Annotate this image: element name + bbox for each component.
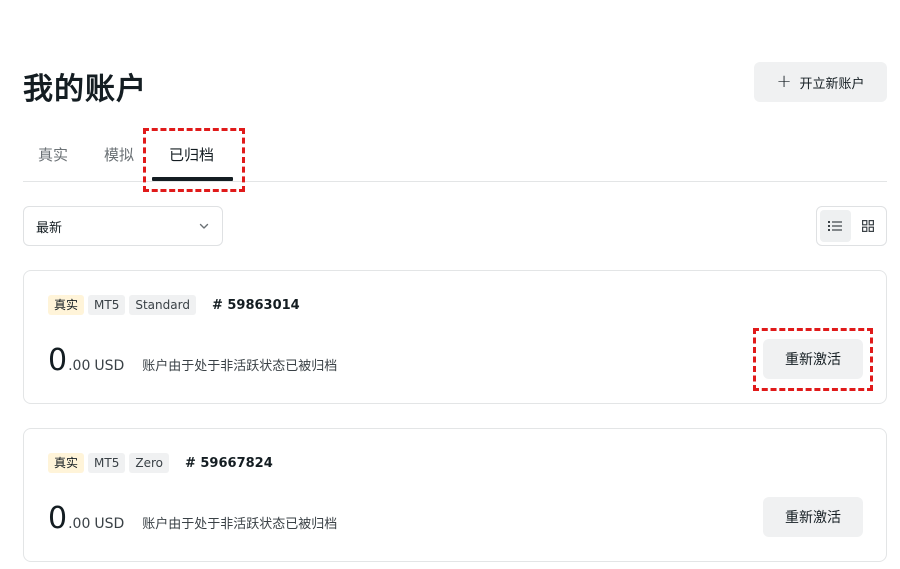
- balance-integer: 0: [48, 343, 68, 378]
- account-card: 真实 MT5 Zero # 59667824 0 .00 USD 账户由于处于非…: [23, 428, 887, 562]
- tab-demo[interactable]: 模拟: [104, 144, 134, 165]
- list-view-button[interactable]: [820, 210, 851, 242]
- active-tab-indicator: [152, 177, 233, 181]
- archive-note: 账户由于处于非活跃状态已被归档: [142, 517, 338, 532]
- open-new-account-label: 开立新账户: [799, 76, 865, 92]
- account-variant-badge: Zero: [129, 453, 169, 473]
- grid-view-button[interactable]: [853, 210, 884, 242]
- balance-currency: USD: [94, 516, 125, 532]
- page-title: 我的账户: [23, 72, 147, 107]
- account-type-badge: 真实: [48, 295, 85, 315]
- account-badges: 真实 MT5 Zero # 59667824: [48, 453, 273, 473]
- reactivate-button[interactable]: 重新激活: [763, 339, 863, 379]
- archive-note: 账户由于处于非活跃状态已被归档: [142, 359, 338, 374]
- balance-integer: 0: [48, 501, 68, 536]
- list-icon: [828, 221, 843, 231]
- reactivate-button[interactable]: 重新激活: [763, 497, 863, 537]
- balance-currency: USD: [94, 358, 125, 374]
- account-tabs: 真实 模拟 已归档: [23, 128, 887, 182]
- sort-value: 最新: [36, 220, 63, 236]
- grid-icon: [861, 220, 874, 232]
- chevron-down-icon: [199, 223, 209, 229]
- account-variant-badge: Standard: [129, 295, 196, 315]
- account-card: 真实 MT5 Standard # 59863014 0 .00 USD 账户由…: [23, 270, 887, 404]
- balance-decimal: .00: [68, 358, 91, 374]
- platform-badge: MT5: [88, 295, 126, 315]
- balance-decimal: .00: [68, 516, 91, 532]
- tab-archived[interactable]: 已归档: [169, 144, 214, 165]
- account-balance: 0 .00 USD 账户由于处于非活跃状态已被归档: [48, 501, 337, 536]
- account-number: # 59863014: [211, 297, 300, 313]
- open-new-account-button[interactable]: + 开立新账户: [754, 62, 887, 102]
- plus-icon: +: [776, 71, 792, 92]
- page: 我的账户 + 开立新账户 真实 模拟 已归档 最新 真实 MT5 Standar…: [0, 0, 900, 569]
- account-number: # 59667824: [184, 455, 273, 471]
- account-balance: 0 .00 USD 账户由于处于非活跃状态已被归档: [48, 343, 337, 378]
- account-badges: 真实 MT5 Standard # 59863014: [48, 295, 300, 315]
- platform-badge: MT5: [88, 453, 126, 473]
- sort-dropdown[interactable]: 最新: [23, 206, 223, 246]
- account-type-badge: 真实: [48, 453, 85, 473]
- tab-real[interactable]: 真实: [38, 144, 68, 165]
- view-toggle: [816, 206, 887, 246]
